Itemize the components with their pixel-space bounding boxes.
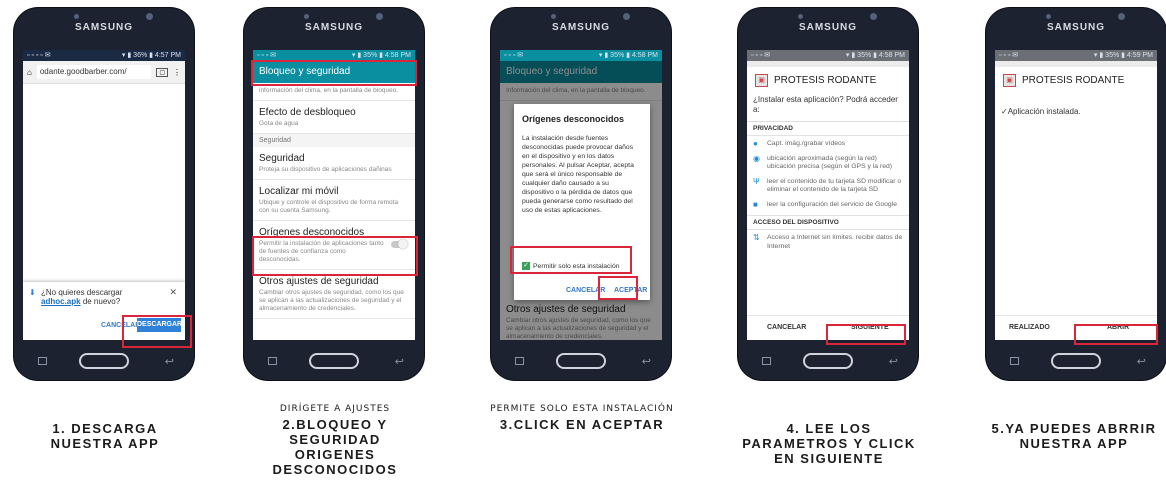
recent-apps-icon[interactable] bbox=[38, 357, 47, 365]
step-caption: 5.YA PUEDES ABRRIR NUESTRA APP bbox=[991, 421, 1157, 451]
status-bar: ▫ ▫ ▫ ✉ ▾ ▮ 35% ▮ 4:58 PM bbox=[500, 50, 662, 61]
screen-settings: ▫ ▫ ▫ ✉ ▾ ▮ 35% ▮ 4:58 PM Bloqueo y segu… bbox=[253, 50, 415, 340]
highlight-box bbox=[826, 324, 906, 345]
app-icon: ▣ bbox=[1003, 73, 1016, 87]
home-button[interactable] bbox=[79, 353, 129, 369]
back-icon[interactable]: ↩ bbox=[395, 355, 404, 368]
home-button[interactable] bbox=[556, 353, 606, 369]
app-icon: ▣ bbox=[755, 73, 768, 87]
close-icon[interactable]: ✕ bbox=[169, 287, 177, 298]
camera-icon bbox=[870, 13, 877, 20]
highlight-box bbox=[252, 236, 418, 276]
device-brand: SAMSUNG bbox=[1046, 22, 1106, 33]
permission-item: ● Capt. imág./grabar vídeos bbox=[753, 139, 846, 148]
recent-apps-icon[interactable] bbox=[1010, 357, 1019, 365]
permission-item: Ψleer el contenido de tu tarjeta SD modi… bbox=[753, 176, 902, 193]
back-icon[interactable]: ↩ bbox=[165, 355, 174, 368]
status-bar: ▫ ▫ ▫ ✉ ▾ ▮ 35% ▮ 4:59 PM bbox=[995, 50, 1157, 61]
camera-icon: ● bbox=[753, 139, 758, 148]
status-bar: ▫ ▫ ▫ ▫ ✉ ▾ ▮ 36% ▮ 4:57 PM bbox=[23, 50, 185, 61]
dialog-body: La instalación desde fuentes desconocida… bbox=[522, 135, 634, 214]
location-icon: ◉ bbox=[753, 153, 760, 163]
permission-item: ⇅ Acceso a Internet sin límites. recibir … bbox=[753, 233, 903, 250]
sensor-icon bbox=[304, 14, 309, 19]
back-icon[interactable]: ↩ bbox=[889, 355, 898, 368]
network-icon: ⇅ bbox=[753, 233, 760, 242]
step-1: SAMSUNG ▫ ▫ ▫ ▫ ✉ ▾ ▮ 36% ▮ 4:57 PM ⌂ od… bbox=[8, 0, 208, 491]
recent-apps-icon[interactable] bbox=[762, 357, 771, 365]
step-caption: PERMITE SOLO ESTA INSTALACIÓN 3.CLICK EN… bbox=[490, 404, 674, 432]
browser-toolbar: ⌂ odante.goodbarber.com/ ▢ ⋮ bbox=[23, 61, 185, 84]
device-brand: SAMSUNG bbox=[74, 22, 134, 33]
usb-icon: Ψ bbox=[753, 176, 760, 186]
device-brand: SAMSUNG bbox=[551, 22, 611, 33]
step-5: SAMSUNG ▫ ▫ ▫ ✉ ▾ ▮ 35% ▮ 4:59 PM ▣ PROT… bbox=[980, 0, 1166, 491]
settings-item-unlock-effect[interactable]: Efecto de desbloqueo Gota de agua bbox=[253, 101, 415, 134]
back-icon[interactable]: ↩ bbox=[642, 355, 651, 368]
settings-item-find-my-mobile[interactable]: Localizar mi móvil Ubique y controle el … bbox=[253, 180, 415, 221]
step-caption: DIRÍGETE A AJUSTES 2.BLOQUEO Y SEGURIDAD… bbox=[272, 404, 398, 477]
download-question: ¿No quieres descargar bbox=[41, 288, 123, 297]
section-header: Seguridad bbox=[253, 134, 415, 147]
app-header: ▣ PROTESIS RODANTE bbox=[747, 67, 909, 93]
camera-icon bbox=[623, 13, 630, 20]
recent-apps-icon[interactable] bbox=[268, 357, 277, 365]
camera-icon bbox=[1118, 13, 1125, 20]
screen-install: ▫ ▫ ▫ ✉ ▾ ▮ 35% ▮ 4:58 PM ▣ PROTESIS ROD… bbox=[747, 50, 909, 340]
download-file-link[interactable]: adhoc.apk bbox=[41, 297, 81, 306]
highlight-box bbox=[1074, 324, 1158, 345]
home-icon[interactable]: ⌂ bbox=[27, 68, 32, 77]
sensor-icon bbox=[1046, 14, 1051, 19]
permission-item: ■ leer la configuración del servicio de G… bbox=[753, 199, 897, 209]
app-header: ▣ PROTESIS RODANTE bbox=[995, 67, 1157, 93]
home-button[interactable] bbox=[1051, 353, 1101, 369]
app-name: PROTESIS RODANTE bbox=[774, 74, 877, 86]
sensor-icon bbox=[551, 14, 556, 19]
account-icon: ■ bbox=[753, 199, 758, 209]
install-question: ¿Instalar esta aplicación? Podrá acceder… bbox=[747, 93, 909, 122]
highlight-box bbox=[598, 276, 638, 300]
permission-item: ◉ ubicación aproximada (según la red) ubi… bbox=[753, 153, 893, 170]
cancel-button[interactable]: CANCELAR bbox=[767, 324, 806, 331]
phone-3: SAMSUNG ▫ ▫ ▫ ✉ ▾ ▮ 35% ▮ 4:58 PM Bloque… bbox=[491, 8, 671, 380]
recent-apps-icon[interactable] bbox=[515, 357, 524, 365]
step-caption: 1. DESCARGA NUESTRA APP bbox=[50, 421, 160, 451]
device-brand: SAMSUNG bbox=[304, 22, 364, 33]
step-caption: 4. LEE LOS PARAMETROS Y CLICK EN SIGUIEN… bbox=[742, 421, 916, 466]
back-icon[interactable]: ↩ bbox=[1137, 355, 1146, 368]
sensor-icon bbox=[798, 14, 803, 19]
settings-item-security[interactable]: Seguridad Proteja su dispositivo de apli… bbox=[253, 147, 415, 180]
url-field[interactable]: odante.goodbarber.com/ bbox=[36, 65, 152, 79]
installed-message: ✓Aplicación instalada. bbox=[1001, 107, 1081, 116]
overflow-menu-icon[interactable]: ⋮ bbox=[173, 68, 181, 77]
privacy-header: PRIVACIDAD bbox=[747, 122, 909, 136]
dialog-title: Orígenes desconocidos bbox=[522, 114, 625, 124]
step-4: SAMSUNG ▫ ▫ ▫ ✉ ▾ ▮ 35% ▮ 4:58 PM ▣ PROT… bbox=[732, 0, 932, 491]
download-suffix: de nuevo? bbox=[82, 297, 121, 306]
download-icon: ⬇ bbox=[29, 288, 36, 297]
screen-installed: ▫ ▫ ▫ ✉ ▾ ▮ 35% ▮ 4:59 PM ▣ PROTESIS ROD… bbox=[995, 50, 1157, 340]
home-button[interactable] bbox=[309, 353, 359, 369]
home-button[interactable] bbox=[803, 353, 853, 369]
tabs-icon[interactable]: ▢ bbox=[156, 67, 168, 77]
camera-icon bbox=[146, 13, 153, 20]
highlight-box bbox=[510, 246, 632, 274]
highlight-box bbox=[251, 60, 417, 86]
step-2: SAMSUNG ▫ ▫ ▫ ✉ ▾ ▮ 35% ▮ 4:58 PM Bloque… bbox=[238, 0, 438, 491]
step-3: SAMSUNG ▫ ▫ ▫ ✉ ▾ ▮ 35% ▮ 4:58 PM Bloque… bbox=[485, 0, 685, 491]
app-name: PROTESIS RODANTE bbox=[1022, 74, 1125, 86]
device-brand: SAMSUNG bbox=[798, 22, 858, 33]
screen-browser: ▫ ▫ ▫ ▫ ✉ ▾ ▮ 36% ▮ 4:57 PM ⌂ odante.goo… bbox=[23, 50, 185, 340]
sensor-icon bbox=[74, 14, 79, 19]
status-bar: ▫ ▫ ▫ ✉ ▾ ▮ 35% ▮ 4:58 PM bbox=[747, 50, 909, 61]
highlight-box bbox=[122, 315, 192, 348]
device-access-header: ACCESO DEL DISPOSITIVO bbox=[747, 215, 909, 230]
done-button[interactable]: REALIZADO bbox=[1009, 324, 1050, 331]
camera-icon bbox=[376, 13, 383, 20]
settings-item-other-security[interactable]: Otros ajustes de seguridad Cambiar otros… bbox=[253, 270, 415, 319]
